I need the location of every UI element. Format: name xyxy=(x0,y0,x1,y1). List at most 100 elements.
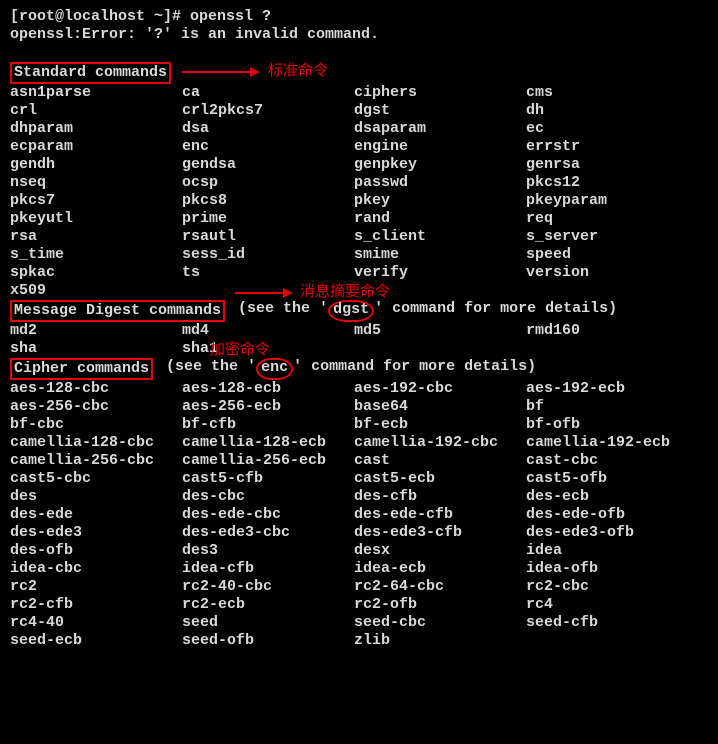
cipher-cmd: des3 xyxy=(182,542,354,560)
cipher-cmd: rc2-cfb xyxy=(10,596,182,614)
cipher-cmd: des-ede3-ofb xyxy=(526,524,698,542)
cipher-header-box: Cipher commands xyxy=(10,358,153,380)
cipher-header-row: 加密命令 Cipher commands (see the 'enc' comm… xyxy=(10,358,708,380)
cipher-cmd: aes-256-cbc xyxy=(10,398,182,416)
prompt-line: [root@localhost ~]# openssl ? xyxy=(10,8,708,26)
cipher-key: enc xyxy=(261,359,288,376)
cipher-row: camellia-128-cbccamellia-128-ecbcamellia… xyxy=(10,434,708,452)
cipher-cmd: des-ede xyxy=(10,506,182,524)
cipher-cmd: cast5-cfb xyxy=(182,470,354,488)
cipher-row: rc4-40seedseed-cbcseed-cfb xyxy=(10,614,708,632)
error-line: openssl:Error: '?' is an invalid command… xyxy=(10,26,708,44)
cipher-cmd: camellia-192-ecb xyxy=(526,434,698,452)
standard-row: ecparamencengineerrstr xyxy=(10,138,708,156)
cipher-cmd: desx xyxy=(354,542,526,560)
cipher-row: aes-128-cbcaes-128-ecbaes-192-cbcaes-192… xyxy=(10,380,708,398)
cipher-cmd: idea-ecb xyxy=(354,560,526,578)
cipher-cmd: des-cbc xyxy=(182,488,354,506)
standard-cmd: engine xyxy=(354,138,526,156)
standard-cmd: verify xyxy=(354,264,526,282)
standard-cmd: ts xyxy=(182,264,354,282)
cipher-cmd: des-ede3-cbc xyxy=(182,524,354,542)
digest-cmd: rmd160 xyxy=(526,322,698,340)
standard-cmd: pkcs8 xyxy=(182,192,354,210)
standard-cmd: gendsa xyxy=(182,156,354,174)
cipher-cmd: camellia-256-cbc xyxy=(10,452,182,470)
standard-cmd: crl xyxy=(10,102,182,120)
cipher-cmd: des-ede-cbc xyxy=(182,506,354,524)
standard-cmd: pkcs12 xyxy=(526,174,698,192)
standard-commands-block: asn1parsecacipherscmscrlcrl2pkcs7dgstdhd… xyxy=(10,84,708,300)
standard-cmd: nseq xyxy=(10,174,182,192)
cipher-row: seed-ecbseed-ofbzlib xyxy=(10,632,708,650)
cipher-cmd: bf-ofb xyxy=(526,416,698,434)
cipher-cmd: aes-192-cbc xyxy=(354,380,526,398)
cipher-cmd: bf xyxy=(526,398,698,416)
standard-cmd: passwd xyxy=(354,174,526,192)
cipher-row: rc2rc2-40-cbcrc2-64-cbcrc2-cbc xyxy=(10,578,708,596)
cipher-cmd: cast xyxy=(354,452,526,470)
cipher-cmd: cast5-ofb xyxy=(526,470,698,488)
cipher-row: des-ededes-ede-cbcdes-ede-cfbdes-ede-ofb xyxy=(10,506,708,524)
enc-circle: enc xyxy=(256,358,293,380)
cipher-cmd: rc2 xyxy=(10,578,182,596)
standard-row: gendhgendsagenpkeygenrsa xyxy=(10,156,708,174)
cipher-cmd: aes-192-ecb xyxy=(526,380,698,398)
terminal-screenshot: [root@localhost ~]# openssl ? openssl:Er… xyxy=(10,8,708,650)
blank-line xyxy=(10,44,708,62)
cipher-cmd: des-ecb xyxy=(526,488,698,506)
cipher-cmd: seed-cfb xyxy=(526,614,698,632)
digest-header: Message Digest commands xyxy=(14,302,221,319)
digest-cmd xyxy=(354,340,526,358)
standard-annotation: 标准命令 xyxy=(268,62,328,80)
cipher-cmd: des-ede-cfb xyxy=(354,506,526,524)
cipher-row: camellia-256-cbccamellia-256-ecbcastcast… xyxy=(10,452,708,470)
standard-cmd: spkac xyxy=(10,264,182,282)
cipher-row: cast5-cbccast5-cfbcast5-ecbcast5-ofb xyxy=(10,470,708,488)
cipher-cmd: cast5-ecb xyxy=(354,470,526,488)
cipher-cmd: aes-256-ecb xyxy=(182,398,354,416)
cipher-row: bf-cbcbf-cfbbf-ecbbf-ofb xyxy=(10,416,708,434)
standard-cmd: version xyxy=(526,264,698,282)
standard-cmd: sess_id xyxy=(182,246,354,264)
standard-cmd: s_server xyxy=(526,228,698,246)
standard-cmd: genrsa xyxy=(526,156,698,174)
cipher-cmd: camellia-256-ecb xyxy=(182,452,354,470)
standard-cmd: smime xyxy=(354,246,526,264)
standard-cmd: errstr xyxy=(526,138,698,156)
standard-cmd: ocsp xyxy=(182,174,354,192)
cipher-annotation: 加密命令 xyxy=(210,341,270,359)
arrow-icon xyxy=(182,71,236,143)
digest-annotation: 消息摘要命令 xyxy=(300,283,390,301)
cipher-cmd: seed xyxy=(182,614,354,632)
standard-cmd: pkeyparam xyxy=(526,192,698,210)
standard-cmd: dsaparam xyxy=(354,120,526,138)
cipher-cmd: rc2-40-cbc xyxy=(182,578,354,596)
digest-suffix-post: ' command for more details) xyxy=(374,300,617,322)
digest-header-box: Message Digest commands xyxy=(10,300,225,322)
standard-cmd: ciphers xyxy=(354,84,526,102)
cipher-cmd: bf-cbc xyxy=(10,416,182,434)
cipher-cmd: camellia-128-cbc xyxy=(10,434,182,452)
prompt-text: [root@localhost ~]# openssl ? xyxy=(10,8,271,26)
standard-row: nseqocsppasswdpkcs12 xyxy=(10,174,708,192)
cipher-cmd xyxy=(526,632,698,650)
cipher-cmd: aes-128-ecb xyxy=(182,380,354,398)
standard-cmd: req xyxy=(526,210,698,228)
standard-row: s_timesess_idsmimespeed xyxy=(10,246,708,264)
standard-row: rsarsautls_clients_server xyxy=(10,228,708,246)
digest-header-row: 消息摘要命令 Message Digest commands (see the … xyxy=(10,300,708,322)
digest-key: dgst xyxy=(333,301,369,318)
standard-cmd: x509 xyxy=(10,282,182,300)
cipher-suffix-post: ' command for more details) xyxy=(293,358,536,380)
standard-header-row: Standard commands 标准命令 xyxy=(10,62,708,84)
cipher-cmd: camellia-192-cbc xyxy=(354,434,526,452)
standard-cmd: s_time xyxy=(10,246,182,264)
standard-cmd: dhparam xyxy=(10,120,182,138)
cipher-cmd: camellia-128-ecb xyxy=(182,434,354,452)
standard-cmd: rsa xyxy=(10,228,182,246)
cipher-cmd: rc2-cbc xyxy=(526,578,698,596)
cipher-cmd: base64 xyxy=(354,398,526,416)
digest-cmd: md2 xyxy=(10,322,182,340)
digest-cmd xyxy=(526,340,698,358)
